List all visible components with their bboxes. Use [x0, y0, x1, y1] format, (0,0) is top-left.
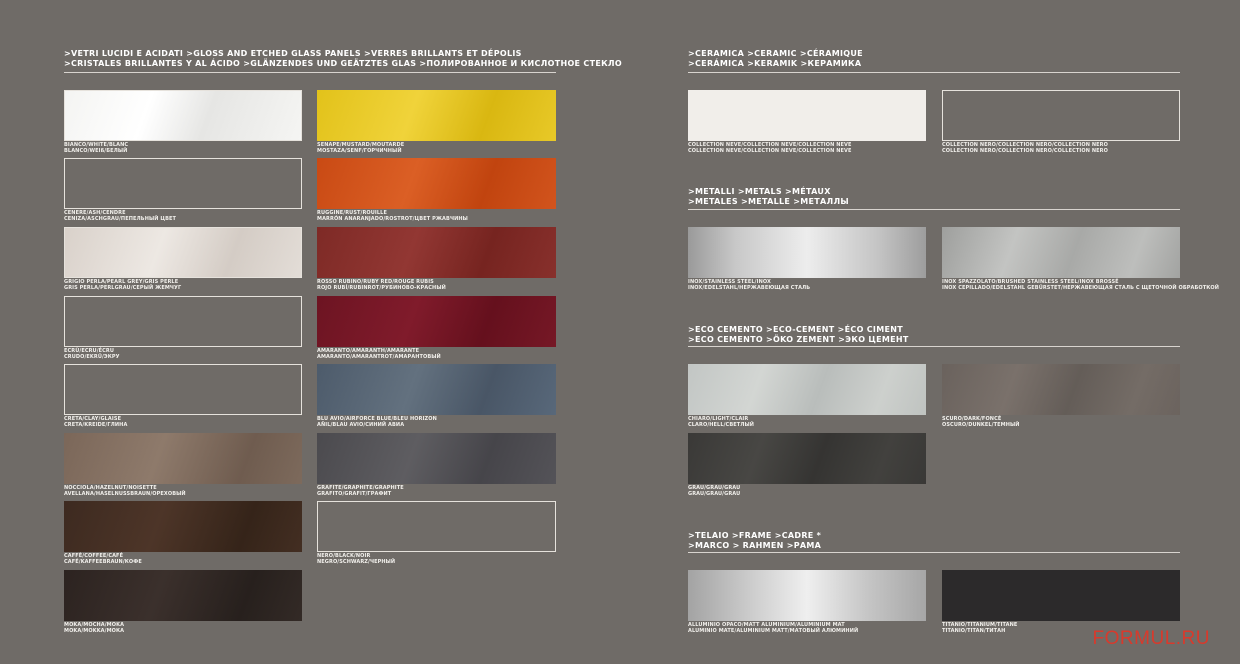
swatch-ecru[interactable]	[64, 296, 302, 347]
eco-cemento-header: >ECO CEMENTO >ECO-CEMENT >ÉCO CIMENT >EC…	[688, 325, 909, 345]
swatch-eco-chiaro[interactable]	[688, 364, 926, 415]
swatch-caption: BLU AVIO/AIRFORCE BLUE/BLEU HORIZON AÑIL/…	[317, 416, 437, 428]
swatch-inox[interactable]	[688, 227, 926, 278]
swatch-caption: ALLUMINIO OPACO/MATT ALUMINIUM/ALUMINIUM…	[688, 622, 859, 634]
swatch-caption: COLLECTION NERO/COLLECTION NERO/COLLECTI…	[942, 142, 1108, 154]
swatch-grafite[interactable]	[317, 433, 556, 484]
swatch-caption: NERO/BLACK/NOIR NEGRO/SCHWARZ/ЧЕРНЫЙ	[317, 553, 396, 565]
header-line: >METALES >METALLE >МЕТАЛЛЫ	[688, 197, 850, 206]
swatch-caption: NOCCIOLA/HAZELNUT/NOISETTE AVELLANA/HASEL…	[64, 485, 186, 497]
header-rule	[688, 72, 1180, 73]
swatch-caption: CHIARO/LIGHT/CLAIR CLARO/HELL/СВЕТЛЫЙ	[688, 416, 755, 428]
swatch-caption: ROSSO RUBINO/RUBY RED/ROUGE RUBIS ROJO RU…	[317, 279, 446, 291]
watermark: FORMUL.RU	[1092, 628, 1210, 649]
swatch-eco-grau[interactable]	[688, 433, 926, 484]
header-line: >ECO CEMENTO >ECO-CEMENT >ÉCO CIMENT	[688, 325, 903, 334]
header-rule	[688, 552, 1180, 553]
swatch-bianco[interactable]	[64, 90, 302, 141]
swatch-caption: CAFFÈ/COFFEE/CAFÉ CAFÉ/KAFFEEBRAUN/КОФЕ	[64, 553, 142, 565]
swatch-caption: ECRÙ/ECRU/ÉCRU CRUDO/EKRÜ/ЭКРУ	[64, 348, 120, 360]
swatch-caption: GRAU/GRAU/GRAU GRAU/GRAU/GRAU	[688, 485, 741, 497]
swatch-nocciola[interactable]	[64, 433, 302, 484]
swatch-caption: CENERE/ASH/CENDRE CENIZA/ASCHGRAU/ПЕПЕЛЬН…	[64, 210, 177, 222]
glass-panels-header: >VETRI LUCIDI E ACIDATI >GLOSS AND ETCHE…	[64, 49, 622, 69]
swatch-caption: COLLECTION NEVE/COLLECTION NEVE/COLLECTI…	[688, 142, 852, 154]
swatch-blu-avio[interactable]	[317, 364, 556, 415]
swatch-titanio[interactable]	[942, 570, 1180, 621]
header-rule	[688, 209, 1180, 210]
swatch-ruggine[interactable]	[317, 158, 556, 209]
metalli-header: >METALLI >METALS >MÉTAUX >METALES >METAL…	[688, 187, 849, 207]
swatch-creta[interactable]	[64, 364, 302, 415]
header-line: >MARCO > RAHMEN >РАМА	[688, 541, 822, 550]
header-line: >CERAMICA >CERAMIC >CÉRAMIQUE	[688, 49, 863, 58]
swatch-caption: BIANCO/WHITE/BLANC BLANCO/WEIß/БЕЛЫЙ	[64, 142, 129, 154]
swatch-caption: GRAFITE/GRAPHITE/GRAPHITE GRAFITO/GRAFIT/…	[317, 485, 404, 497]
header-line: >CRISTALES BRILLANTES Y AL ÁCIDO >GLÄNZE…	[64, 59, 622, 68]
swatch-caption: CRETA/CLAY/GLAISE CRETA/KREIDE/ГЛИНА	[64, 416, 128, 428]
swatch-moka[interactable]	[64, 570, 302, 621]
swatch-senape[interactable]	[317, 90, 556, 141]
swatch-amaranto[interactable]	[317, 296, 556, 347]
swatch-caption: TITANIO/TITANIUM/TITANE TITANIO/TITAN/ТИТ…	[942, 622, 1018, 634]
header-line: >ECO CEMENTO >ÖKO ZEMENT >ЭКО ЦЕМЕНТ	[688, 335, 909, 344]
swatch-nero[interactable]	[317, 501, 556, 552]
header-line: >TELAIO >FRAME >CADRE *	[688, 531, 822, 540]
swatch-eco-scuro[interactable]	[942, 364, 1180, 415]
swatch-alluminio-opaco[interactable]	[688, 570, 926, 621]
swatch-caption: INOX/STAINLESS STEEL/INOX INOX/EDELSTAHL/…	[688, 279, 811, 291]
telaio-header: >TELAIO >FRAME >CADRE * >MARCO > RAHMEN …	[688, 531, 821, 551]
header-line: >CERÁMICA >KERAMIK >КЕРАМИКА	[688, 59, 862, 68]
header-line: >METALLI >METALS >MÉTAUX	[688, 187, 831, 196]
swatch-inox-spazzolato[interactable]	[942, 227, 1180, 278]
swatch-caption: GRIGIO PERLA/PEARL GREY/GRIS PERLE GRIS P…	[64, 279, 182, 291]
swatch-cenere[interactable]	[64, 158, 302, 209]
swatch-collection-nero[interactable]	[942, 90, 1180, 141]
swatch-grigio-perla[interactable]	[64, 227, 302, 278]
ceramica-header: >CERAMICA >CERAMIC >CÉRAMIQUE >CERÁMICA …	[688, 49, 863, 69]
swatch-caption: SENAPE/MUSTARD/MOUTARDE MOSTAZA/SENF/ГОРЧ…	[317, 142, 405, 154]
swatch-caption: AMARANTO/AMARANTH/AMARANTE AMARANTO/AMARA…	[317, 348, 441, 360]
swatch-collection-neve[interactable]	[688, 90, 926, 141]
header-rule	[64, 72, 556, 73]
swatch-caption: MOKA/MOCHA/MOKA MOKA/MOKKA/МОКА	[64, 622, 125, 634]
swatch-rosso-rubino[interactable]	[317, 227, 556, 278]
header-rule	[688, 346, 1180, 347]
swatch-caption: RUGGINE/RUST/ROUILLE MARRÓN ANARANJADO/RO…	[317, 210, 468, 222]
swatch-caption: SCURO/DARK/FONCÉ OSCURO/DUNKEL/ТЕМНЫЙ	[942, 416, 1020, 428]
header-line: >VETRI LUCIDI E ACIDATI >GLOSS AND ETCHE…	[64, 49, 522, 58]
swatch-caffe[interactable]	[64, 501, 302, 552]
swatch-caption: INOX SPAZZOLATO/BRUSHED STAINLESS STEEL/…	[942, 279, 1220, 291]
